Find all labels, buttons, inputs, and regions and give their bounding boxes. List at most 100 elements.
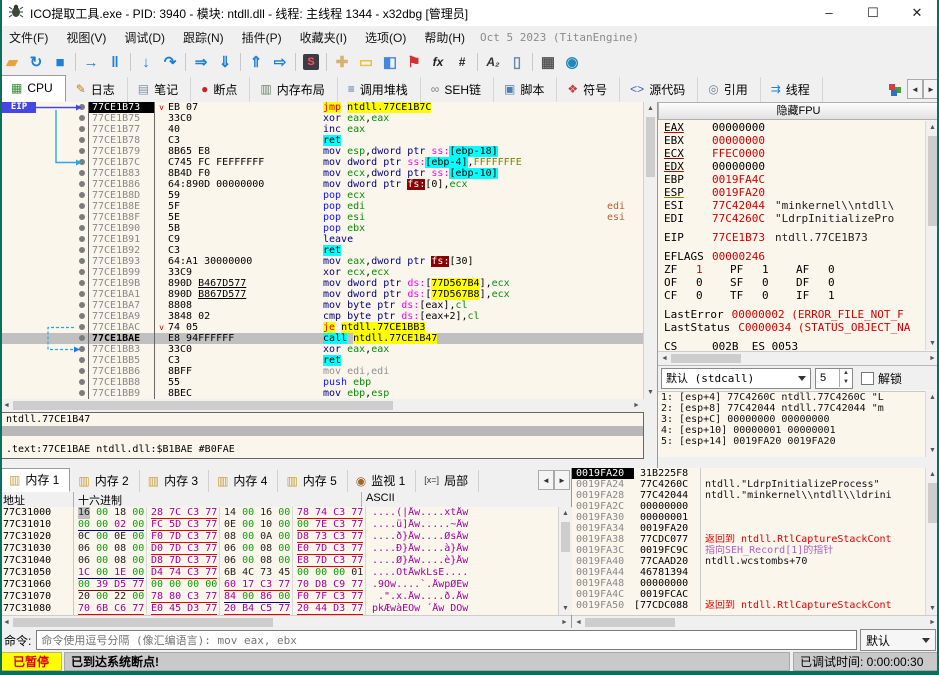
pause-icon[interactable]: ‖ xyxy=(103,51,127,73)
disasm-row[interactable]: 77CE1B91 C9 leave xyxy=(0,234,643,245)
remote-debug-icon[interactable]: ▯ xyxy=(505,51,529,73)
stack-row[interactable]: 0019FA38 77CDC077 返回到 ntdll.RtlCaptureSta… xyxy=(572,534,924,545)
dump-hscrollbar[interactable]: ◄ ► xyxy=(0,615,571,629)
dump-row[interactable]: 77C31050 1C 00 1E 00 D4 74 C3 77 6B 4C 73 4… xyxy=(0,567,558,579)
register-row[interactable]: OF 0 SF 0 DF 0 xyxy=(658,276,926,289)
tab-memory-dump[interactable]: ▥ 内存 2 xyxy=(70,470,140,492)
menu-item-视[interactable]: 视图(V) xyxy=(57,26,115,49)
tab-memory-dump[interactable]: ▥ 内存 5 xyxy=(278,470,348,492)
dump-tab-scroll-right-button[interactable]: ► xyxy=(554,470,570,490)
tab-references[interactable]: ◎ 引用 xyxy=(698,77,761,102)
disasm-row[interactable]: 77CE1BA7 8808 mov byte ptr ds:[eax],cl xyxy=(0,300,643,311)
calling-convention-select[interactable]: 默认 (stdcall) xyxy=(661,367,811,389)
disasm-row[interactable]: 77CE1BA1 890D B867D577 mov dword ptr ds:[7… xyxy=(0,289,643,300)
argument-row[interactable]: 1: [esp+4] 77C4260C ntdll.77C4260C "L xyxy=(658,392,926,403)
hash-icon[interactable]: # xyxy=(450,51,474,73)
dump-row[interactable]: 77C31040 06 00 08 00 D8 7D C3 77 06 00 08 0… xyxy=(0,555,558,567)
disasm-row[interactable]: 77CE1B73 v EB 07 jmp ntdll.77CE1B7C xyxy=(0,102,643,113)
tab-cpu[interactable]: ▦ CPU xyxy=(0,75,66,102)
tab-memory-dump[interactable]: ▥ 内存 1 xyxy=(0,468,71,492)
register-row[interactable]: ECX FFEC0000 xyxy=(658,147,926,160)
tab-breakpoints[interactable]: ● 断点 xyxy=(191,77,251,102)
disasm-row[interactable]: 77CE1B79 8B65 E8 mov esp,dword ptr ss:[ebp… xyxy=(0,146,643,157)
trace-icon[interactable]: fx xyxy=(426,51,450,73)
menu-item-跟[interactable]: 跟踪(N) xyxy=(174,26,233,49)
disasm-row[interactable]: 77CE1B7C C745 FC FEFFFFFF mov dword ptr ss… xyxy=(0,157,643,168)
disasm-hscrollbar[interactable]: ◄ ► xyxy=(0,399,643,412)
command-profile-select[interactable]: 默认 xyxy=(860,629,936,651)
register-row[interactable]: EBX 00000000 xyxy=(658,134,926,147)
disasm-row[interactable]: 77CE1B93 64:A1 30000000 mov eax,dword ptr … xyxy=(0,256,643,267)
tab-script[interactable]: ▣ 脚本 xyxy=(494,77,558,102)
menu-item-文[interactable]: 文件(F) xyxy=(0,26,57,49)
step-into-icon[interactable]: ↓ xyxy=(134,51,158,73)
disasm-row[interactable]: 77CE1B8D 59 pop ecx xyxy=(0,190,643,201)
register-row[interactable]: ZF 1 PF 1 AF 0 xyxy=(658,263,926,276)
bookmarks-icon[interactable]: ⚑ xyxy=(402,51,426,73)
hide-fpu-button[interactable]: 隐藏FPU xyxy=(658,102,939,120)
menu-item-调[interactable]: 调试(D) xyxy=(115,26,174,49)
disasm-row[interactable]: 77CE1BB8 55 push ebp xyxy=(0,377,643,388)
step-over-icon[interactable]: ↷ xyxy=(158,51,182,73)
tab-threads[interactable]: ⇉ 线程 xyxy=(761,77,823,102)
stack-row[interactable]: 0019FA3C 0019FC9C 指向SEH_Record[1]的指针 xyxy=(572,545,924,556)
stack-row[interactable]: 0019FA40 77CAAD20 ntdll.wcstombs+70 xyxy=(572,556,924,567)
argument-row[interactable]: 3: [esp+C] 00000000 00000000 xyxy=(658,414,926,425)
comments-icon[interactable]: ▭ xyxy=(354,51,378,73)
stack-row[interactable]: 0019FA20 31B225F8 xyxy=(572,468,924,479)
stack-row[interactable]: 0019FA48 00000000 xyxy=(572,578,924,589)
stack-row[interactable]: 0019FA24 77C4260C ntdll."LdrpInitializePr… xyxy=(572,479,924,490)
tab-notes[interactable]: ▤ 笔记 xyxy=(128,77,192,102)
tab-memory-dump[interactable]: ▥ 内存 4 xyxy=(209,470,279,492)
register-row[interactable]: EIP 77CE1B73 ntdll.77CE1B73 xyxy=(658,231,926,244)
dump-row[interactable]: 77C31060 00 39 D5 77 00 00 00 00 60 17 C3 7… xyxy=(0,579,558,591)
dump-row[interactable]: 77C31070 20 00 22 00 78 80 C3 77 84 00 86 0… xyxy=(0,591,558,603)
menu-item-收[interactable]: 收藏夹(I) xyxy=(291,26,356,49)
stack-row[interactable]: 0019FA28 77C42044 ntdll."minkernel\\ntdll… xyxy=(572,490,924,501)
dump-row[interactable]: 77C31020 0C 00 0E 00 F0 7D C3 77 08 00 0A 0… xyxy=(0,531,558,543)
tab-source-code[interactable]: <> 源代码 xyxy=(620,77,699,102)
unlock-checkbox[interactable] xyxy=(861,371,874,385)
minimize-button[interactable]: – xyxy=(807,0,851,26)
argument-count-stepper[interactable]: 5 ▲ ▼ xyxy=(815,367,853,389)
assemble-icon[interactable]: A₂ xyxy=(481,51,505,73)
command-input[interactable] xyxy=(36,630,857,650)
tab-memory-dump[interactable]: ▥ 内存 3 xyxy=(140,470,210,492)
step-out-icon[interactable]: ⇓ xyxy=(213,51,237,73)
calculator-icon[interactable]: ▦ xyxy=(536,51,560,73)
dump-vscrollbar[interactable]: ▲ ▼ xyxy=(558,507,572,615)
disasm-row[interactable]: 77CE1B83 8B4D F0 mov ecx,dword ptr ss:[ebp… xyxy=(0,168,643,179)
tab-seh-chain[interactable]: ∞ SEH链 xyxy=(421,77,495,102)
tab-call-stack[interactable]: ≡ 调用堆栈 xyxy=(338,77,421,102)
register-row[interactable]: ESI 77C42044 "minkernel\\ntdll\ xyxy=(658,199,926,212)
argument-row[interactable]: 5: [esp+14] 0019FA20 0019FA20 xyxy=(658,436,926,447)
disasm-row[interactable]: 77CE1BB6 8BFF mov edi,edi xyxy=(0,366,643,377)
stack-row[interactable]: 0019FA2C 00000000 xyxy=(572,501,924,512)
disasm-row[interactable]: 77CE1B78 C3 ret xyxy=(0,135,643,146)
register-row[interactable]: ESP 0019FA20 xyxy=(658,186,926,199)
stack-hscrollbar[interactable]: ◄ ► xyxy=(572,615,939,629)
stack-row[interactable]: 0019FA34 0019FA20 xyxy=(572,523,924,534)
disasm-row[interactable]: 77CE1B86 64:890D 00000000 mov dword ptr fs… xyxy=(0,179,643,190)
register-row[interactable]: EBP 0019FA4C xyxy=(658,173,926,186)
execute-till-return-icon[interactable]: ⇑ xyxy=(244,51,268,73)
run-to-selection-icon[interactable]: ⇒ xyxy=(189,51,213,73)
disasm-row[interactable]: 77CE1B8F 5E pop esi esi xyxy=(0,212,643,223)
dump-tab-scroll-left-button[interactable]: ◄ xyxy=(538,470,554,490)
disasm-row[interactable]: 77CE1BA9 3848 02 cmp byte ptr ds:[eax+2],c… xyxy=(0,311,643,322)
dump-row[interactable]: 77C31010 00 00 02 00 FC 5D C3 77 0E 00 10 0… xyxy=(0,519,558,531)
register-row[interactable]: EDI 77C4260C "LdrpInitializePro xyxy=(658,212,926,225)
tab-locals[interactable]: [x=] 局部 xyxy=(416,470,480,492)
disasm-row[interactable]: 77CE1B77 40 inc eax xyxy=(0,124,643,135)
restart-icon[interactable]: ↻ xyxy=(24,51,48,73)
tab-scroll-left-button[interactable]: ◄ xyxy=(907,79,923,99)
close-button[interactable]: ✕ xyxy=(895,0,939,26)
disasm-row[interactable]: 77CE1BAC v 74 05 je ntdll.77CE1BB3 xyxy=(0,322,643,333)
tab-log[interactable]: ✎ 日志 xyxy=(66,77,128,102)
disasm-row[interactable]: 77CE1B99 33C9 xor ecx,ecx xyxy=(0,267,643,278)
close-debuggee-icon[interactable]: ■ xyxy=(48,51,72,73)
register-row[interactable]: EAX 00000000 xyxy=(658,121,926,134)
open-file-icon[interactable]: ▰ xyxy=(0,51,24,73)
tab-watch[interactable]: ◉ 监视 1 xyxy=(348,470,417,492)
maximize-button[interactable]: ☐ xyxy=(851,0,895,26)
